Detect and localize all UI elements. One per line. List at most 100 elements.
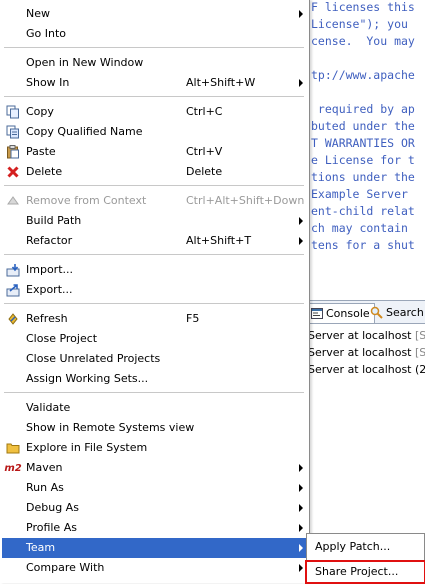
code-line: License"); you [311,17,408,31]
menu-item-label: Remove from Context [26,194,147,207]
menu-item-label: Show in Remote Systems view [26,421,195,434]
submenu-arrow-icon [299,10,303,18]
menu-item-refresh[interactable]: Refresh F5 [2,309,307,329]
menu-item-new[interactable]: New [2,4,307,24]
menu-item-maven[interactable]: m2 Maven [2,458,307,478]
menu-item-compare-with[interactable]: Compare With [2,558,307,578]
menu-item-label: Delete [26,165,63,178]
menu-item-assign-working-sets[interactable]: Assign Working Sets... [2,369,307,389]
code-line: ch may contain [311,221,408,235]
submenu-arrow-icon [299,217,303,225]
menu-item-debug-as[interactable]: Debug As [2,498,307,518]
menu-item-show-in[interactable]: Show In Alt+Shift+W [2,73,307,93]
menu-item-label: Refresh [26,312,68,325]
console-line-status: [St [415,346,425,359]
menu-item-refactor[interactable]: Refactor Alt+Shift+T [2,231,307,251]
menu-item-label: Copy Qualified Name [26,125,143,138]
menu-item-close-unrelated-projects[interactable]: Close Unrelated Projects [2,349,307,369]
menu-item-shortcut: F5 [186,312,200,325]
menu-item-label: Profile As [26,521,77,534]
refresh-icon [6,312,20,326]
console-line[interactable]: Server at localhost [St [308,329,425,342]
team-submenu: Apply Patch... Share Project... [305,533,425,584]
menu-item-label: Export... [26,283,73,296]
console-line[interactable]: Server at localhost [St [308,346,425,359]
menu-item-label: Import... [26,263,73,276]
menu-item-export[interactable]: Export... [2,280,307,300]
menu-item-label: Team [26,541,56,554]
menu-item-go-into[interactable]: Go Into [2,24,307,44]
menu-item-run-as[interactable]: Run As [2,478,307,498]
console-line-text: Server at localhost (2) [308,363,425,376]
code-line: buted under the [311,119,415,133]
remove-from-context-icon [6,194,20,208]
menu-item-copy-qualified-name[interactable]: Copy Qualified Name [2,122,307,142]
folder-icon [6,441,20,455]
menu-item-label: Build Path [26,214,82,227]
menu-item-label: Refactor [26,234,73,247]
import-icon [6,263,20,277]
menu-item-label: Close Project [26,332,98,345]
console-line[interactable]: Server at localhost (2) [308,363,425,376]
menu-separator [4,254,304,255]
submenu-arrow-icon [299,564,303,572]
tab-console[interactable]: Console [306,303,375,323]
submenu-arrow-icon [299,237,303,245]
menu-item-build-path[interactable]: Build Path [2,211,307,231]
menu-item-import[interactable]: Import... [2,260,307,280]
menu-item-close-project[interactable]: Close Project [2,329,307,349]
menu-item-shortcut: Alt+Shift+T [186,234,252,247]
menu-item-profile-as[interactable]: Profile As [2,518,307,538]
menu-item-label: Maven [26,461,63,474]
menu-item-shortcut: Ctrl+V [186,145,223,158]
menu-item-open-in-new-window[interactable]: Open in New Window [2,53,307,73]
code-line: e License for t [311,153,415,167]
code-line: cense. You may [311,34,415,48]
search-icon [370,306,383,319]
submenu-arrow-icon [299,79,303,87]
submenu-arrow-icon [299,484,303,492]
code-line: required by ap [311,102,415,116]
menu-separator [4,47,304,48]
menu-item-shortcut: Ctrl+C [186,105,223,118]
menu-item-delete[interactable]: Delete Delete [2,162,307,182]
console-line-text: Server at localhost [308,329,415,342]
copy-icon [6,105,20,119]
code-line: Example Server [311,187,408,201]
menu-item-explore-in-file-system[interactable]: Explore in File System [2,438,307,458]
copy-qualified-name-icon [6,125,20,139]
code-line: tions under the [311,170,415,184]
menu-separator [4,185,304,186]
menu-item-label: Copy [26,105,54,118]
paste-icon [6,145,20,159]
context-menu: New Go Into Open in New Window Show In A… [0,0,310,583]
tab-search-label: Search [386,306,424,319]
menu-item-label: Debug As [26,501,79,514]
menu-item-label: Open in New Window [26,56,144,69]
export-icon [6,283,20,297]
highlight-callout-box [305,560,425,584]
menu-item-label: Show In [26,76,70,89]
code-line: tp://www.apache [311,68,415,82]
menu-item-paste[interactable]: Paste Ctrl+V [2,142,307,162]
maven-m2-icon: m2 [4,462,22,474]
console-line-status: [St [415,329,425,342]
menu-item-label: Go Into [26,27,67,40]
submenu-arrow-icon [299,524,303,532]
menu-item-apply-patch[interactable]: Apply Patch... [315,540,390,553]
view-tab-bar: Console Search [300,301,425,324]
menu-item-team[interactable]: Team [2,538,307,558]
menu-item-copy[interactable]: Copy Ctrl+C [2,102,307,122]
submenu-arrow-icon [299,464,303,472]
menu-separator [4,392,304,393]
tab-search[interactable]: Search [370,303,424,322]
tab-console-label: Console [326,307,370,320]
menu-item-validate[interactable]: Validate [2,398,307,418]
menu-item-label: Assign Working Sets... [26,372,149,385]
code-line: tens for a shut [311,238,415,252]
submenu-arrow-icon [299,544,303,552]
delete-icon [6,165,20,179]
menu-item-show-in-remote-systems-view[interactable]: Show in Remote Systems view [2,418,307,438]
menu-item-label: Close Unrelated Projects [26,352,161,365]
menu-item-shortcut: Delete [186,165,223,178]
